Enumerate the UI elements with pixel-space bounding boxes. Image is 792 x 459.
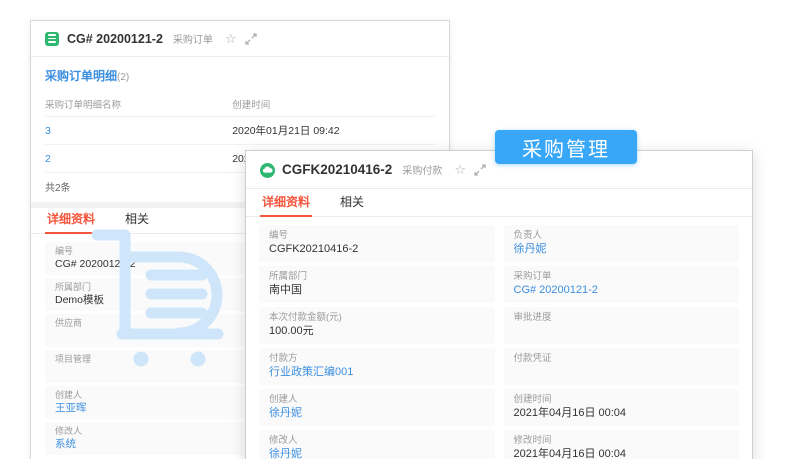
column-header-created: 创建时间: [232, 92, 435, 117]
purchase-payment-icon: [260, 162, 275, 178]
field-creator: 创建人 徐丹妮: [259, 389, 495, 426]
purchase-payment-tabs: 详细资料 相关: [246, 189, 752, 217]
tab-detail[interactable]: 详细资料: [260, 193, 313, 217]
purchase-payment-fields: 编号 CGFK20210416-2 负责人 徐丹妮 所属部门 南中国 采购订单 …: [246, 217, 752, 459]
payer-link[interactable]: 行业政策汇编001: [269, 366, 353, 378]
purchase-payment-entity-label: 采购付款: [402, 166, 443, 177]
field-modifier: 修改人 徐丹妮: [259, 430, 495, 459]
row-created-time: 2020年01月21日 09:42: [232, 116, 435, 145]
tab-related[interactable]: 相关: [338, 193, 366, 216]
page: CG# 20200121-2 采购订单 ☆ 采购订单明细(2) 采购订单明细名称…: [0, 0, 792, 459]
field-approval-progress: 审批进度: [503, 307, 739, 344]
purchase-payment-title: CGFK20210416-2: [282, 162, 393, 177]
column-header-name: 采购订单明细名称: [45, 92, 233, 117]
purchase-order-header: CG# 20200121-2 采购订单 ☆: [31, 21, 449, 57]
field-create-time: 创建时间 2021年04月16日 00:04: [503, 389, 739, 426]
expand-icon[interactable]: [474, 163, 486, 176]
field-purchase-order-ref: 采购订单 CG# 20200121-2: [503, 266, 739, 303]
modifier-link[interactable]: 徐丹妮: [269, 448, 302, 459]
owner-link[interactable]: 徐丹妮: [514, 243, 547, 255]
field-department: 所属部门 南中国: [259, 266, 495, 303]
field-payment-voucher: 付款凭证: [503, 348, 739, 385]
favorite-star-icon[interactable]: ☆: [454, 163, 466, 176]
related-list-title: 采购订单明细(2): [45, 67, 435, 85]
row-name-link[interactable]: 3: [45, 125, 51, 137]
related-list-title-text: 采购订单明细: [45, 69, 118, 83]
creator-link[interactable]: 王亚晖: [55, 402, 87, 414]
tab-detail[interactable]: 详细资料: [45, 210, 98, 234]
field-owner: 负责人 徐丹妮: [503, 225, 739, 262]
field-payer: 付款方 行业政策汇编001: [259, 348, 495, 385]
field-number: 编号 CGFK20210416-2: [259, 225, 495, 262]
tab-related[interactable]: 相关: [123, 210, 151, 233]
purchase-order-title: CG# 20200121-2: [67, 31, 163, 46]
table-row: 3 2020年01月21日 09:42: [45, 116, 435, 145]
purchase-payment-card: CGFK20210416-2 采购付款 ☆ 详细资料 相关 编号 CGFK202…: [245, 150, 753, 459]
field-payment-amount: 本次付款金额(元) 100.00元: [259, 307, 495, 344]
field-modify-time: 修改时间 2021年04月16日 00:04: [503, 430, 739, 459]
favorite-star-icon[interactable]: ☆: [225, 32, 237, 45]
related-list-count: (2): [117, 72, 130, 83]
purchase-order-entity-label: 采购订单: [172, 35, 213, 46]
expand-icon[interactable]: [244, 32, 257, 45]
purchase-order-link[interactable]: CG# 20200121-2: [514, 284, 598, 296]
modifier-link[interactable]: 系统: [55, 438, 76, 450]
creator-link[interactable]: 徐丹妮: [269, 407, 302, 419]
purchase-order-icon: [45, 31, 59, 46]
purchase-management-badge: 采购管理: [495, 130, 637, 164]
row-name-link[interactable]: 2: [45, 153, 51, 165]
